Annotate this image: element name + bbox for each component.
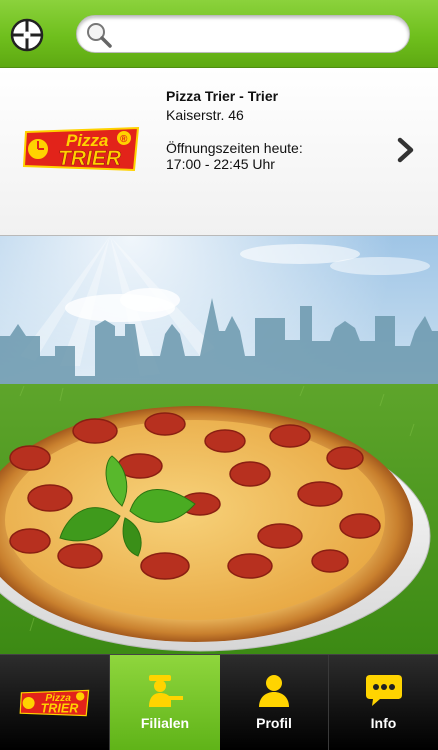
tab-info-label: Info (370, 715, 397, 731)
person-icon (259, 675, 289, 707)
crosshair-icon (10, 18, 44, 52)
tab-logo-text-bottom: TRIER (40, 702, 79, 716)
logo-text-bottom: TRIER (58, 147, 122, 170)
chevron-right-icon[interactable] (396, 136, 416, 164)
pizza-trier-logo: Pizza TRIER ® (22, 126, 140, 172)
pizza-trier-logo-tab: Pizza TRIER (19, 689, 89, 717)
tab-profil[interactable]: Profil (220, 655, 329, 750)
bottom-tab-bar: Pizza TRIER Filialen Profil Info (0, 654, 438, 750)
store-address: Kaiserstr. 46 (166, 107, 244, 123)
delivery-person-icon (149, 675, 183, 707)
top-bar (0, 0, 438, 68)
tab-filialen-label: Filialen (140, 715, 190, 731)
store-name: Pizza Trier - Trier (166, 88, 279, 104)
tab-info[interactable]: Info (329, 655, 438, 750)
tab-home[interactable]: Pizza TRIER (0, 655, 110, 750)
tab-profil-label: Profil (256, 715, 292, 731)
hero-image (0, 236, 438, 654)
pizza-scene-illustration (0, 236, 438, 654)
locate-button[interactable] (10, 18, 44, 52)
opening-hours-value: 17:00 - 22:45 Uhr (166, 156, 275, 172)
search-input[interactable] (117, 22, 397, 48)
speech-bubble-icon (365, 675, 402, 706)
opening-hours-label: Öffnungszeiten heute: (166, 140, 303, 156)
store-card[interactable]: Pizza TRIER ® Pizza Trier - Trier Kaiser… (0, 68, 438, 236)
magnifier-icon (87, 23, 112, 48)
logo-mark: ® (120, 134, 128, 145)
tab-filialen[interactable]: Filialen (110, 655, 220, 750)
search-box (76, 15, 410, 53)
